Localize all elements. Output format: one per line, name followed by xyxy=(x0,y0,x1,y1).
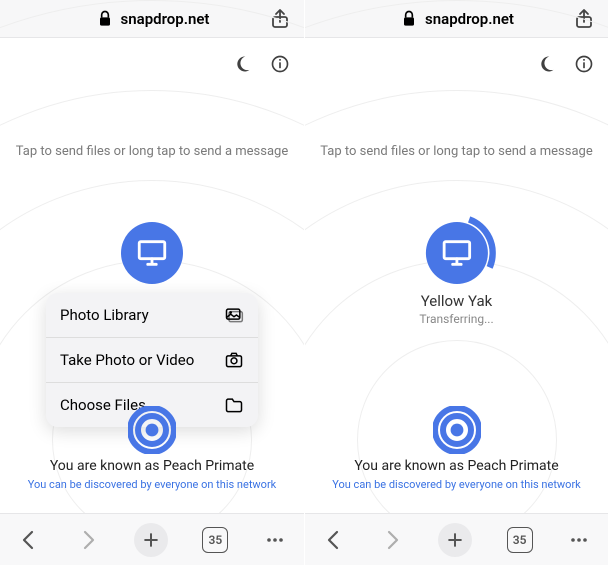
folder-icon xyxy=(224,395,244,415)
camera-icon xyxy=(224,350,244,370)
plus-icon xyxy=(445,530,465,550)
browser-toolbar: 35 xyxy=(305,513,608,565)
plus-icon xyxy=(141,530,161,550)
info-icon xyxy=(574,54,594,74)
forward-button[interactable] xyxy=(380,528,404,552)
back-icon xyxy=(322,528,346,552)
peer-status: Transferring... xyxy=(419,312,493,326)
moon-icon xyxy=(232,54,252,74)
more-button[interactable] xyxy=(567,528,591,552)
screenshot-left: snapdrop.net Tap to send files or long t… xyxy=(0,0,304,565)
forward-button[interactable] xyxy=(76,528,100,552)
more-icon xyxy=(567,528,591,552)
known-as-text: You are known as Peach Primate xyxy=(0,458,304,474)
back-icon xyxy=(17,528,41,552)
new-tab-button[interactable] xyxy=(438,523,472,557)
photos-icon xyxy=(224,305,244,325)
monitor-icon xyxy=(135,236,169,270)
peer-device[interactable]: Yellow Yak Transferring... xyxy=(419,222,493,326)
peer-name: Yellow Yak xyxy=(419,292,493,310)
sheet-label: Take Photo or Video xyxy=(60,351,194,369)
peer-avatar xyxy=(121,222,183,284)
info-button[interactable] xyxy=(270,54,290,74)
more-button[interactable] xyxy=(263,528,287,552)
instruction-text: Tap to send files or long tap to send a … xyxy=(0,144,304,159)
new-tab-button[interactable] xyxy=(134,523,168,557)
browser-toolbar: 35 xyxy=(0,513,304,565)
discover-note: You can be discovered by everyone on thi… xyxy=(305,478,608,491)
discover-note: You can be discovered by everyone on thi… xyxy=(0,478,304,491)
moon-icon xyxy=(536,54,556,74)
sheet-take-photo[interactable]: Take Photo or Video xyxy=(46,337,258,382)
screenshot-right: snapdrop.net Tap to send files or long t… xyxy=(304,0,608,565)
peer-avatar xyxy=(425,222,487,284)
back-button[interactable] xyxy=(17,528,41,552)
forward-icon xyxy=(76,528,100,552)
dark-mode-button[interactable] xyxy=(232,54,252,74)
peer-device[interactable] xyxy=(121,222,183,284)
sheet-label: Photo Library xyxy=(60,306,149,324)
back-button[interactable] xyxy=(322,528,346,552)
tabs-button[interactable]: 35 xyxy=(507,527,533,553)
forward-icon xyxy=(380,528,404,552)
broadcast-icon xyxy=(128,406,176,454)
progress-ring xyxy=(417,214,495,292)
info-button[interactable] xyxy=(574,54,594,74)
known-as-text: You are known as Peach Primate xyxy=(305,458,608,474)
broadcast-indicator xyxy=(128,406,176,454)
sheet-photo-library[interactable]: Photo Library xyxy=(46,293,258,337)
broadcast-icon xyxy=(433,406,481,454)
more-icon xyxy=(263,528,287,552)
tabs-button[interactable]: 35 xyxy=(202,527,228,553)
broadcast-indicator xyxy=(433,406,481,454)
instruction-text: Tap to send files or long tap to send a … xyxy=(305,144,608,159)
dark-mode-button[interactable] xyxy=(536,54,556,74)
info-icon xyxy=(270,54,290,74)
